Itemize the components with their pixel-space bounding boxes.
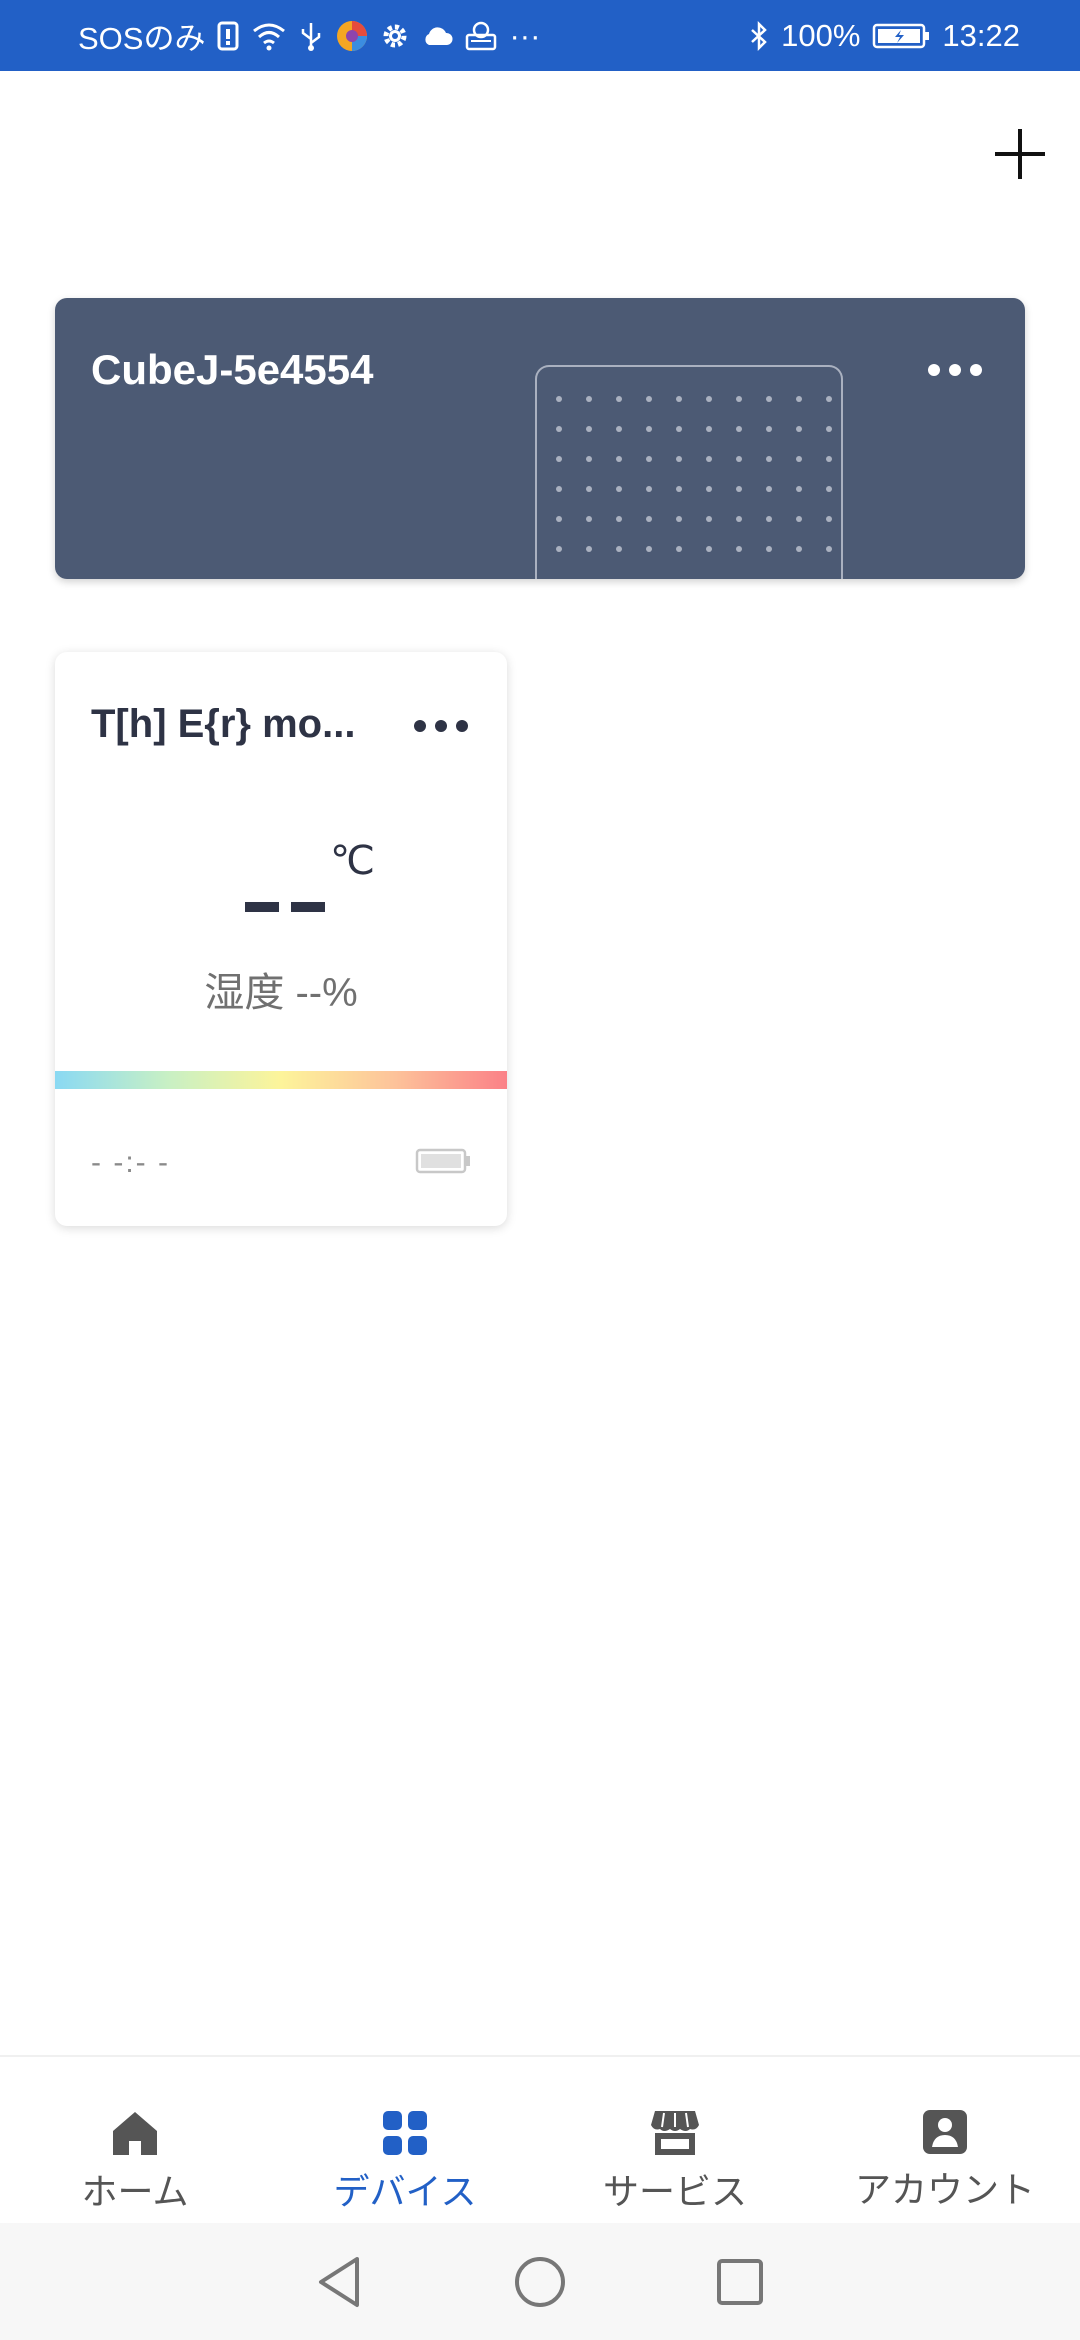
system-home-button[interactable]: [510, 2252, 570, 2312]
gateway-more-button[interactable]: [925, 350, 985, 390]
status-left: SOSのみ ···: [78, 13, 540, 58]
status-bar: SOSのみ ··· 100% 13:22: [0, 0, 1080, 71]
gateway-card[interactable]: CubeJ-5e4554: [55, 298, 1025, 579]
bottom-navigation: ホーム デバイス サービス アカウント: [0, 2055, 1080, 2223]
usb-icon: [299, 21, 323, 51]
humidity-text: 湿度 --%: [204, 971, 358, 1015]
nav-item-services[interactable]: サービス: [540, 2057, 810, 2223]
sensor-name: T[h] E{r} mo...: [91, 702, 356, 746]
status-battery-icon: [872, 22, 930, 50]
nav-item-home[interactable]: ホーム: [0, 2057, 270, 2223]
nav-item-devices[interactable]: デバイス: [270, 2057, 540, 2223]
more-horizontal-icon: [928, 364, 982, 376]
nav-label-home: ホーム: [81, 2171, 189, 2212]
bluetooth-icon: [749, 20, 769, 51]
store-icon: [651, 2111, 699, 2155]
nav-label-services: サービス: [602, 2171, 747, 2212]
add-device-button[interactable]: [990, 124, 1050, 184]
browser-icon: [335, 19, 369, 53]
system-navigation-bar: [0, 2223, 1080, 2340]
plus-icon: [995, 129, 1045, 179]
nav-label-account: アカウント: [854, 2169, 1035, 2210]
battery-icon: [415, 1148, 471, 1179]
gear-icon: [381, 22, 409, 50]
gateway-device-illustration: [535, 365, 843, 579]
sim-icon: [217, 21, 239, 51]
system-back-button[interactable]: [310, 2252, 370, 2312]
account-icon: [923, 2110, 967, 2154]
temperature-unit: ℃: [330, 839, 375, 883]
gateway-name: CubeJ-5e4554: [91, 346, 374, 393]
system-recents-button[interactable]: [710, 2252, 770, 2312]
back-triangle-icon: [319, 2256, 359, 2307]
nav-label-devices: デバイス: [333, 2171, 477, 2212]
nav-item-account[interactable]: アカウント: [810, 2057, 1080, 2223]
home-icon: [113, 2112, 157, 2155]
wifi-icon: [251, 21, 287, 51]
sensor-more-button[interactable]: [411, 706, 471, 746]
temperature-value: [245, 902, 325, 912]
cloud-icon: [421, 25, 453, 47]
temperature-display: ℃: [55, 838, 507, 918]
last-update-time: - -:- -: [91, 1146, 170, 1179]
recents-square-icon: [717, 2258, 763, 2305]
home-circle-icon: [515, 2256, 565, 2307]
grid-icon: [383, 2111, 427, 2155]
more-status-icon: ···: [509, 17, 541, 53]
notification-icon: [465, 21, 497, 51]
carrier-text: SOSのみ: [78, 21, 206, 56]
more-horizontal-icon: [414, 720, 468, 732]
battery-percent: 100%: [781, 17, 861, 53]
sensor-card[interactable]: T[h] E{r} mo... ℃ 湿度 --% - -:- -: [55, 652, 507, 1226]
clock: 13:22: [942, 17, 1020, 53]
speaker-grille-icon: [556, 396, 832, 552]
temperature-gradient-bar: [55, 1071, 507, 1089]
status-right: 100% 13:22: [749, 18, 1020, 54]
